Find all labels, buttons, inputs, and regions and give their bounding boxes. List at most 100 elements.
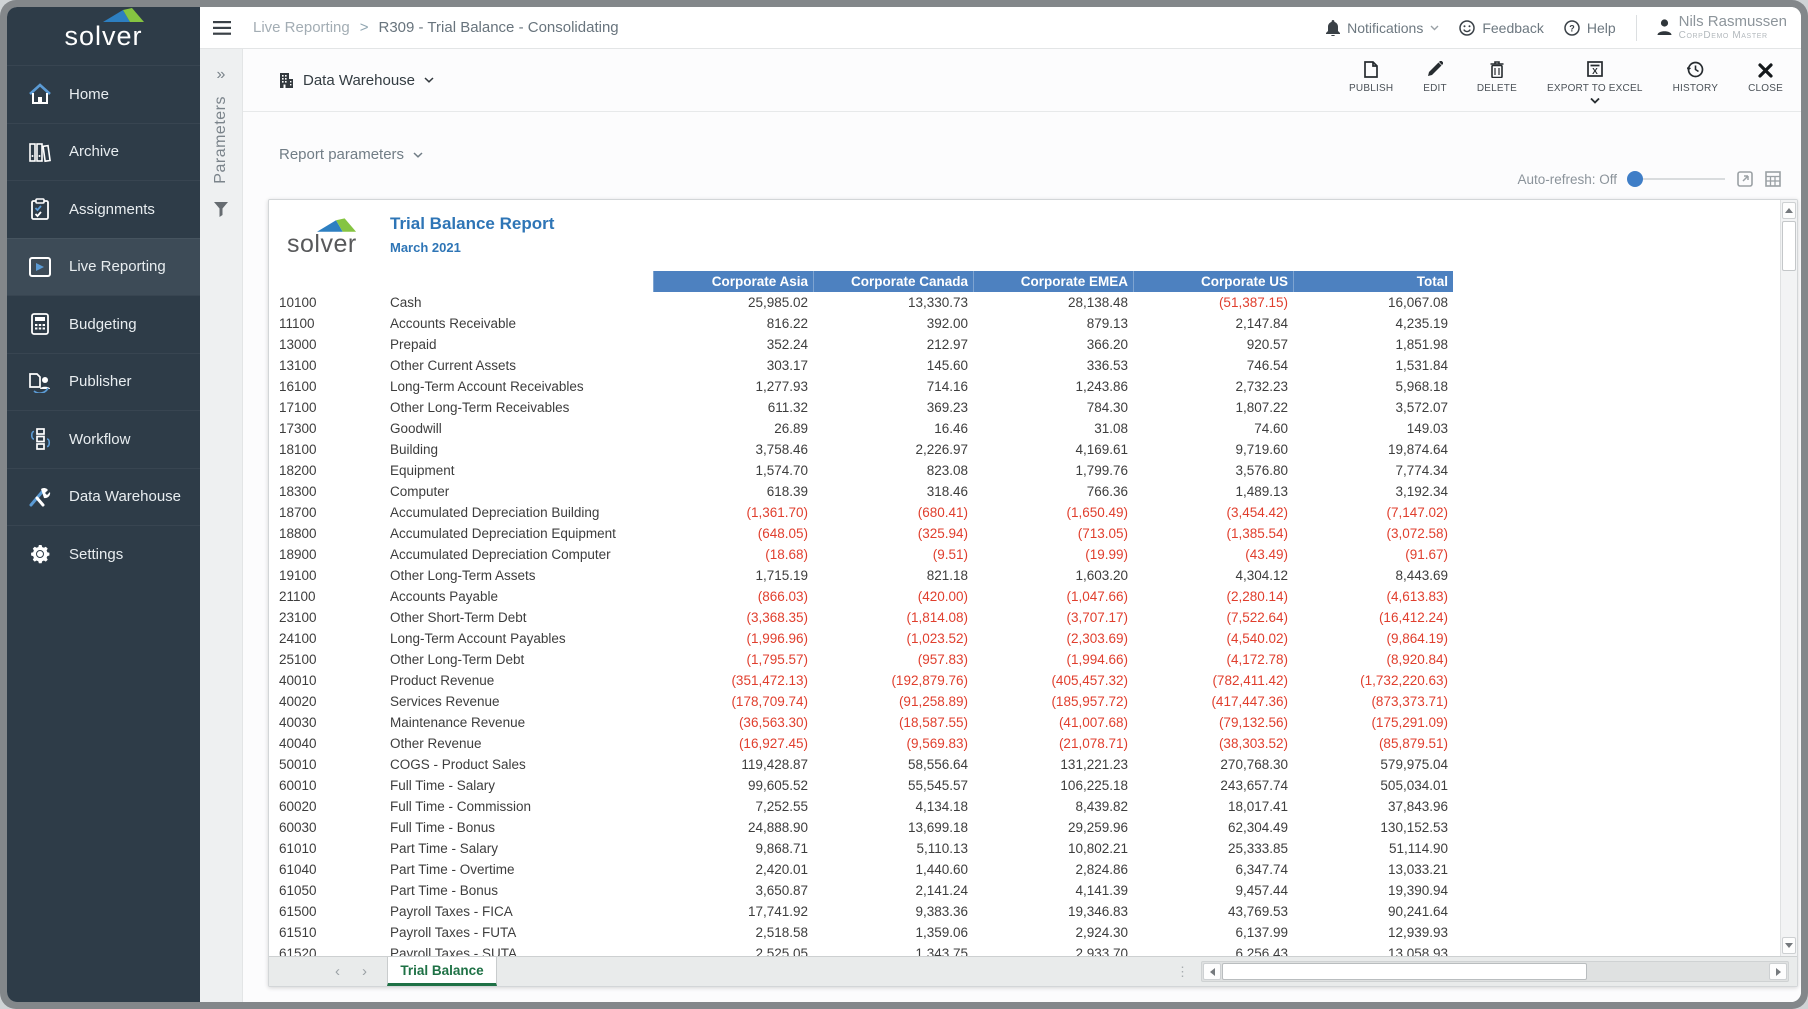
account-code: 25100 <box>278 649 390 670</box>
sidebar-item-publisher[interactable]: Publisher <box>7 353 200 411</box>
parameters-side-tab[interactable]: Parameters <box>212 96 230 184</box>
breadcrumb-section[interactable]: Live Reporting <box>253 19 350 36</box>
table-row: 61050Part Time - Bonus3,650.872,141.244,… <box>269 880 1780 901</box>
scroll-up-button[interactable] <box>1782 202 1796 219</box>
amount-cell: 1,715.19 <box>653 565 813 586</box>
chevron-down-icon <box>1590 98 1600 104</box>
table-row: 40020Services Revenue(178,709.74)(91,258… <box>269 691 1780 712</box>
notifications-button[interactable]: Notifications <box>1326 20 1439 36</box>
amount-cell: 4,169.61 <box>973 439 1133 460</box>
amount-cell: 13,033.21 <box>1293 859 1453 880</box>
slider-knob[interactable] <box>1627 171 1643 187</box>
amount-cell: (713.05) <box>973 523 1133 544</box>
close-button[interactable]: CLOSE <box>1748 60 1783 94</box>
account-name: Goodwill <box>390 418 653 439</box>
feedback-label: Feedback <box>1482 20 1543 36</box>
publish-page-icon <box>1364 60 1378 78</box>
account-name: Other Long-Term Receivables <box>390 397 653 418</box>
sidebar-item-assignments[interactable]: Assignments <box>7 180 200 238</box>
export-to-excel-button[interactable]: X EXPORT TO EXCEL <box>1547 60 1643 104</box>
sidebar-item-settings[interactable]: Settings <box>7 525 200 583</box>
account-code: 61040 <box>278 859 390 880</box>
splitter-handle-icon[interactable]: ⋮ <box>1176 964 1189 980</box>
amount-cell: 29,259.96 <box>973 817 1133 838</box>
data-source-label: Data Warehouse <box>303 72 415 89</box>
sidebar-item-budgeting[interactable]: Budgeting <box>7 295 200 353</box>
amount-cell: 270,768.30 <box>1133 754 1293 775</box>
amount-cell: 5,968.18 <box>1293 376 1453 397</box>
window-frame: solver Home Archive Assignments <box>0 0 1808 1009</box>
edit-button[interactable]: EDIT <box>1423 60 1447 94</box>
amount-cell: (8,920.84) <box>1293 649 1453 670</box>
feedback-button[interactable]: Feedback <box>1459 20 1543 36</box>
toolbar-actions: PUBLISH EDIT DELETE X EXPORT TO EXCE <box>1349 56 1783 104</box>
sheet-tab-trial-balance[interactable]: Trial Balance <box>387 957 497 986</box>
report-logo: solver <box>287 230 357 259</box>
sidebar-item-archive[interactable]: Archive <box>7 123 200 181</box>
amount-cell: 119,428.87 <box>653 754 813 775</box>
column-header: Corporate US <box>1133 271 1293 292</box>
grid-view-icon[interactable] <box>1765 171 1781 187</box>
scroll-right-button[interactable] <box>1769 963 1787 980</box>
excel-export-icon: X <box>1587 60 1603 78</box>
amount-cell: 18,017.41 <box>1133 796 1293 817</box>
vertical-scrollbar[interactable] <box>1780 200 1797 956</box>
menu-icon[interactable] <box>213 21 231 35</box>
amount-cell: 130,152.53 <box>1293 817 1453 838</box>
vertical-scroll-thumb[interactable] <box>1782 221 1796 271</box>
sidebar-item-live-reporting[interactable]: Live Reporting <box>7 238 200 296</box>
amount-cell: 8,443.69 <box>1293 565 1453 586</box>
data-source-dropdown[interactable]: Data Warehouse <box>279 72 434 89</box>
report-parameters-toggle[interactable]: Report parameters <box>279 146 423 163</box>
account-code: 11100 <box>278 313 390 334</box>
help-button[interactable]: ? Help <box>1564 20 1616 36</box>
account-code: 60010 <box>278 775 390 796</box>
amount-cell: 5,110.13 <box>813 838 973 859</box>
horizontal-scrollbar[interactable] <box>1201 961 1789 982</box>
filter-funnel-icon[interactable] <box>214 202 228 217</box>
publish-button[interactable]: PUBLISH <box>1349 60 1393 94</box>
account-name: Building <box>390 439 653 460</box>
amount-cell: 6,137.99 <box>1133 922 1293 943</box>
sidebar-item-label: Publisher <box>69 373 132 390</box>
delete-button[interactable]: DELETE <box>1477 60 1517 94</box>
horizontal-scroll-thumb[interactable] <box>1222 963 1587 980</box>
sidebar-item-data-warehouse[interactable]: Data Warehouse <box>7 468 200 526</box>
app-logo-text: solver <box>64 21 142 51</box>
expand-report-icon[interactable] <box>1737 171 1753 187</box>
amount-cell: (2,280.14) <box>1133 586 1293 607</box>
account-code: 13000 <box>278 334 390 355</box>
amount-cell: 7,252.55 <box>653 796 813 817</box>
amount-cell: (3,454.42) <box>1133 502 1293 523</box>
amount-cell: (1,650.49) <box>973 502 1133 523</box>
amount-cell: 879.13 <box>973 313 1133 334</box>
amount-cell: 7,774.34 <box>1293 460 1453 481</box>
scroll-down-button[interactable] <box>1782 937 1796 954</box>
report-parameters-label: Report parameters <box>279 146 404 163</box>
help-label: Help <box>1587 20 1616 36</box>
amount-cell: (420.00) <box>813 586 973 607</box>
amount-cell: (7,147.02) <box>1293 502 1453 523</box>
prev-sheet-icon[interactable]: ‹ <box>335 963 340 980</box>
svg-text:?: ? <box>1569 23 1575 33</box>
amount-cell: (351,472.13) <box>653 670 813 691</box>
archive-icon <box>27 140 53 164</box>
account-name: Equipment <box>390 460 653 481</box>
history-button[interactable]: HISTORY <box>1673 60 1719 94</box>
next-sheet-icon[interactable]: › <box>362 963 367 980</box>
account-name: Long-Term Account Receivables <box>390 376 653 397</box>
sidebar-item-workflow[interactable]: Workflow <box>7 410 200 468</box>
user-menu[interactable]: Nils Rasmussen CorpDemo Master <box>1657 14 1787 41</box>
account-code: 18100 <box>278 439 390 460</box>
svg-text:X: X <box>1592 66 1598 76</box>
expand-panel-icon[interactable]: » <box>217 66 226 84</box>
report-toolbar: Data Warehouse PUBLISH EDIT <box>243 49 1801 112</box>
clipboard-icon <box>27 197 53 221</box>
scroll-left-button[interactable] <box>1203 963 1221 980</box>
amount-cell: 6,256.43 <box>1133 943 1293 956</box>
chevron-down-icon <box>424 77 434 83</box>
divider <box>1636 15 1637 41</box>
sidebar-item-home[interactable]: Home <box>7 65 200 123</box>
table-row: 61010Part Time - Salary9,868.715,110.131… <box>269 838 1780 859</box>
auto-refresh-slider[interactable] <box>1629 171 1725 187</box>
